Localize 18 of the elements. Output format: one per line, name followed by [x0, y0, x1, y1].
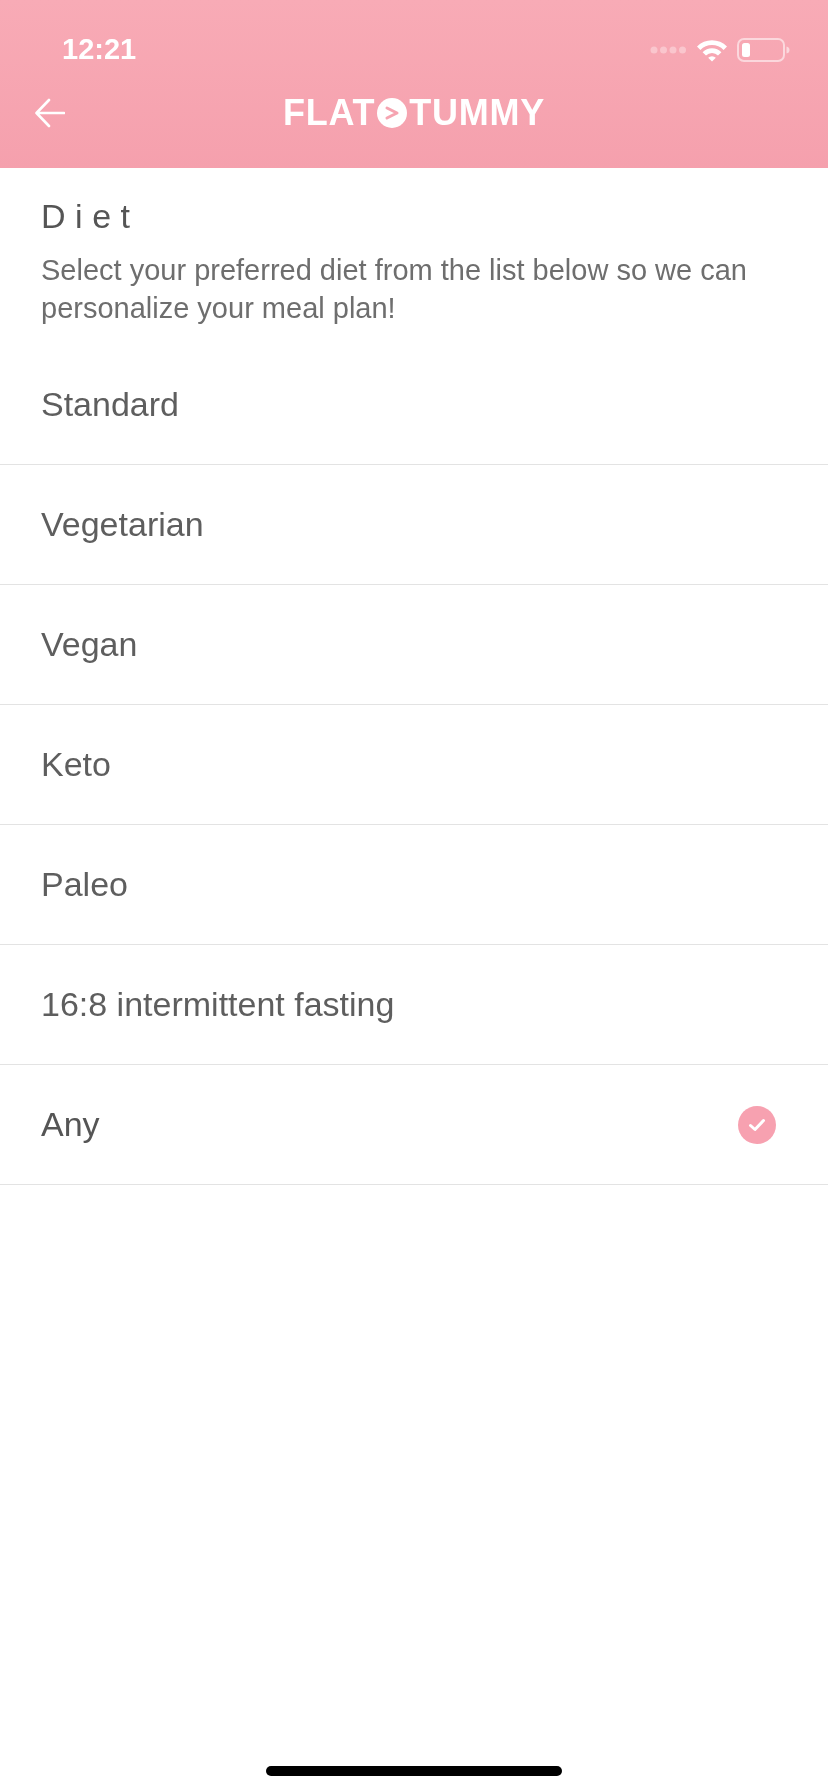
diet-option[interactable]: 16:8 intermittent fasting [0, 945, 828, 1065]
diet-option[interactable]: Keto [0, 705, 828, 825]
battery-icon [737, 38, 790, 62]
logo-text: TUMMY [409, 91, 545, 135]
page-title: Diet [41, 196, 141, 236]
diet-option[interactable]: Any [0, 1065, 828, 1185]
check-circle-icon [738, 1105, 776, 1144]
diet-option[interactable]: Standard [0, 345, 828, 465]
wifi-icon [696, 38, 728, 62]
page-description: Select your preferred diet from the list below so we can personalize your meal plan! [41, 253, 748, 326]
diet-option[interactable]: Vegan [0, 585, 828, 705]
diet-option[interactable]: Paleo [0, 825, 828, 945]
logo-text: FLAT [283, 91, 376, 135]
status-time: 12:21 [62, 32, 137, 68]
arrow-left-icon [35, 98, 65, 128]
signal-dots-icon [650, 46, 687, 54]
play-circle-icon [377, 98, 408, 128]
diet-option[interactable]: Vegetarian [0, 465, 828, 585]
